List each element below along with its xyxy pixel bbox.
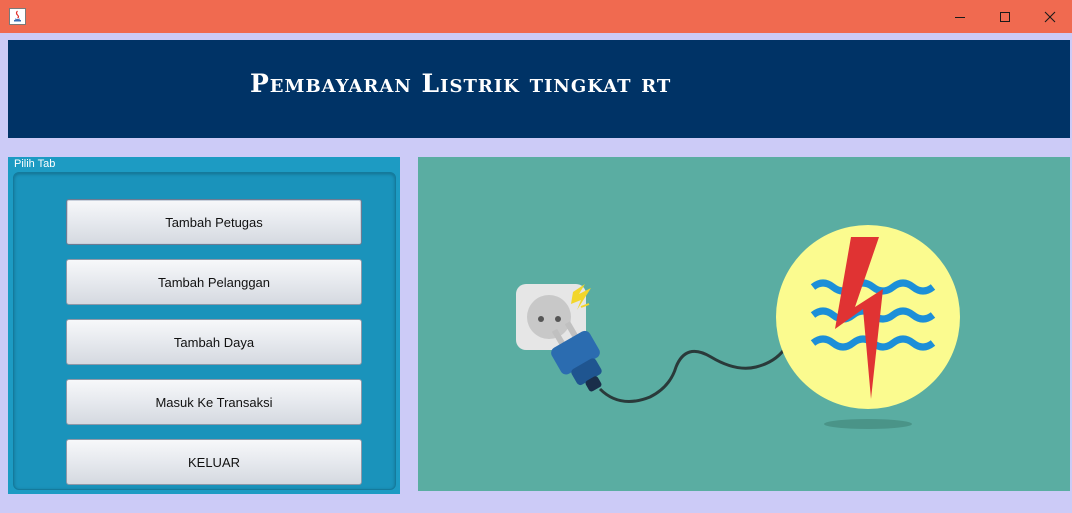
title-bar[interactable]: [0, 0, 1072, 33]
minimize-icon: [954, 16, 965, 18]
tab-selection-panel: Pilih Tab Tambah Petugas Tambah Pelangga…: [8, 157, 400, 494]
page-title: Pembayaran Listrik tingkat rt: [250, 69, 672, 98]
app-window: Pembayaran Listrik tingkat rt Pilih Tab …: [0, 0, 1072, 513]
minimize-button[interactable]: [937, 0, 982, 33]
maximize-button[interactable]: [982, 0, 1027, 33]
cable: [598, 346, 788, 403]
tambah-daya-button[interactable]: Tambah Daya: [66, 319, 362, 365]
java-app-icon: [9, 8, 26, 25]
pln-logo-icon: [776, 225, 960, 409]
plug-and-logo-illustration: [516, 225, 960, 429]
header-banner: Pembayaran Listrik tingkat rt: [8, 40, 1070, 138]
tab-panel-title: Pilih Tab: [14, 158, 56, 170]
maximize-icon: [999, 11, 1010, 22]
tambah-petugas-button[interactable]: Tambah Petugas: [66, 199, 362, 245]
tab-panel-border: Tambah Petugas Tambah Pelanggan Tambah D…: [13, 172, 396, 490]
illustration-panel: [418, 157, 1070, 491]
close-icon: [1044, 11, 1055, 22]
masuk-ke-transaksi-button[interactable]: Masuk Ke Transaksi: [66, 379, 362, 425]
logo-shadow: [824, 419, 912, 429]
keluar-button[interactable]: KELUAR: [66, 439, 362, 485]
close-button[interactable]: [1027, 0, 1072, 33]
tambah-pelanggan-button[interactable]: Tambah Pelanggan: [66, 259, 362, 305]
